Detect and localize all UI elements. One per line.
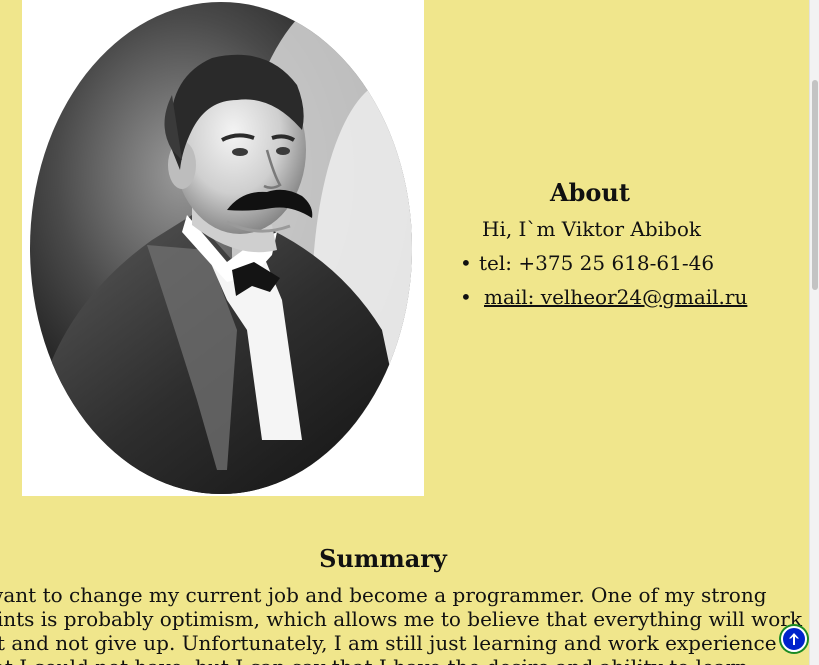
summary-title: Summary [319,544,447,573]
vertical-scrollbar[interactable] [809,0,819,665]
contact-item-mail: • mail: velheor24@gmail.ru [455,282,785,316]
about-title: About [550,178,630,207]
scrollbar-thumb[interactable] [812,80,818,290]
summary-text: I want to change my current job and beco… [0,583,810,665]
about-intro: Hi, I`m Viktor Abibok [482,217,701,241]
email-link[interactable]: mail: velheor24@gmail.ru [484,282,747,312]
about-section: About Hi, I`m Viktor Abibok • tel: +375 … [455,176,785,316]
contact-item-tel: • tel: +375 25 618-61-46 [455,248,785,282]
page: About Hi, I`m Viktor Abibok • tel: +375 … [0,0,819,665]
list-bullet: • [460,251,472,275]
summary-line: points is probably optimism, which allow… [0,607,802,631]
contact-list: • tel: +375 25 618-61-46 • mail: velheor… [455,248,785,316]
back-to-top-button[interactable] [779,624,809,654]
summary-line: out and not give up. Unfortunately, I am… [0,631,777,655]
page-content: About Hi, I`m Viktor Abibok • tel: +375 … [0,0,810,665]
arrow-up-circle-icon [781,626,807,652]
summary-line: I want to change my current job and beco… [0,583,767,607]
list-bullet: • [460,285,472,309]
phone-text: tel: +375 25 618-61-46 [479,251,715,275]
portrait-photo [22,0,424,496]
summary-line: that I could not have, but I can say tha… [0,655,810,665]
